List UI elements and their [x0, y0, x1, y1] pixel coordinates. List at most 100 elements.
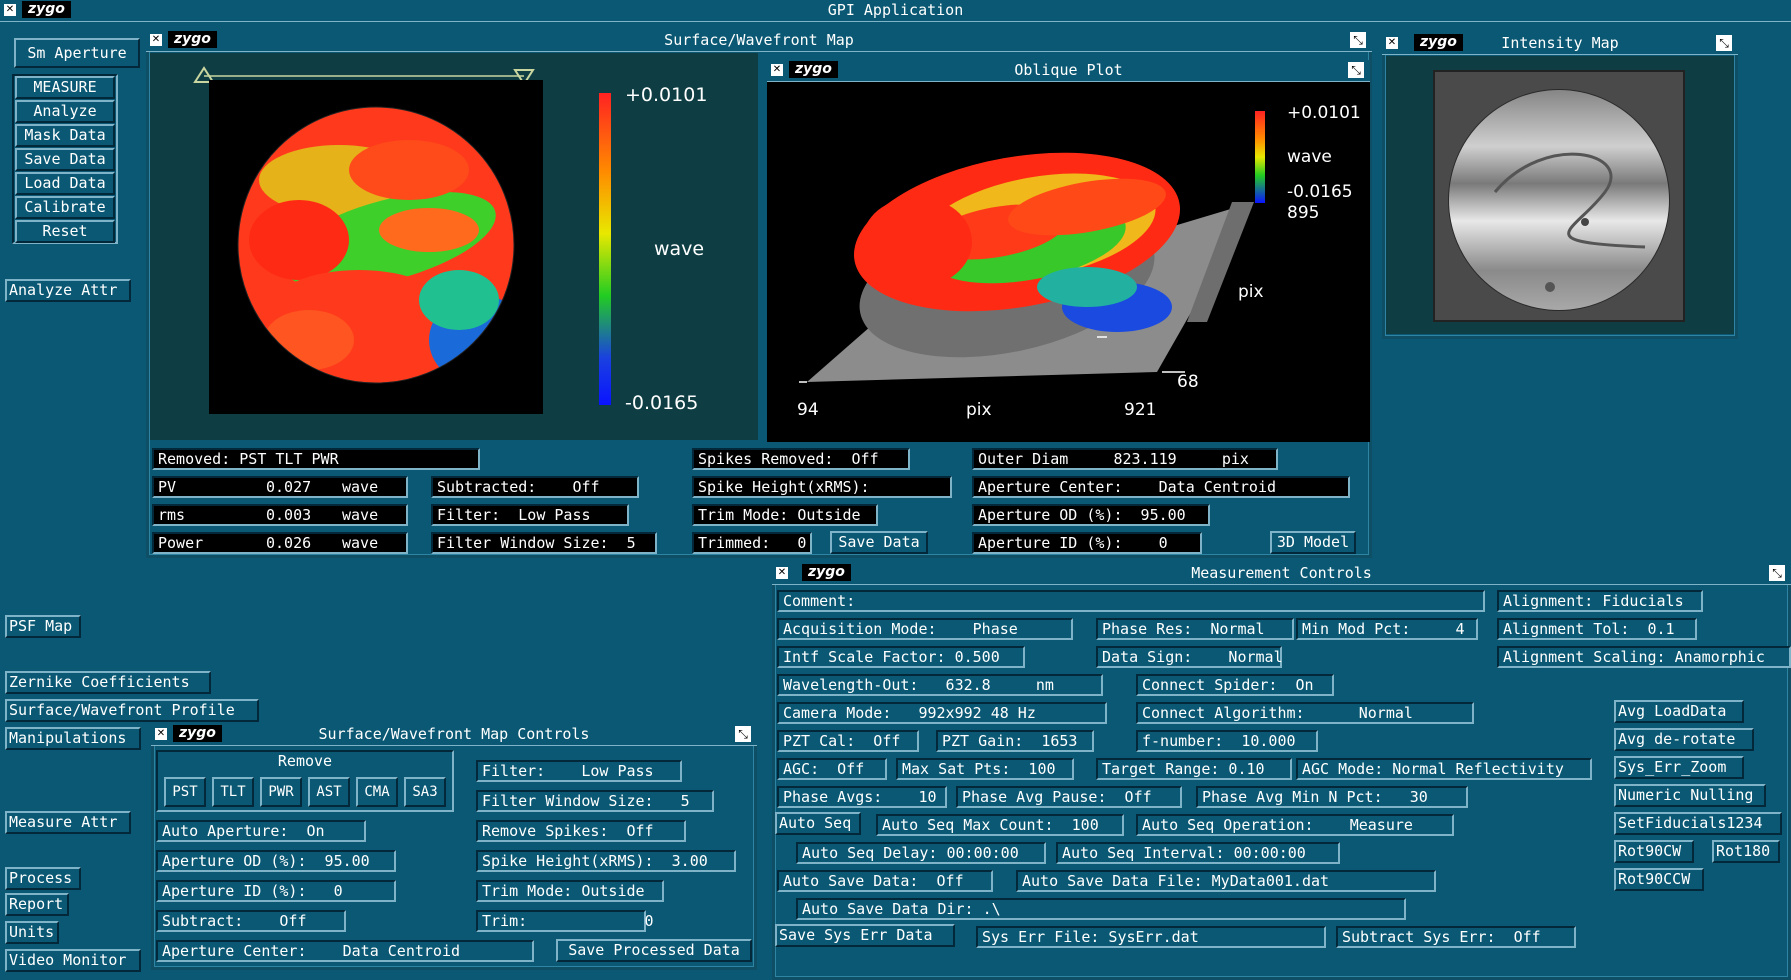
- auto-seq-max-field[interactable]: Auto Seq Max Count: 100: [876, 814, 1124, 836]
- pin-icon[interactable]: ⤡: [1348, 62, 1364, 78]
- remove-pwr-button[interactable]: PWR: [260, 777, 302, 807]
- auto-save-dir-field[interactable]: Auto Save Data Dir: .\: [796, 898, 1406, 920]
- mc-trim-field[interactable]: Trim: 0: [476, 910, 654, 932]
- intf-scale-field[interactable]: Intf Scale Factor: 0.500: [777, 646, 1025, 668]
- mc-remove-spikes-field[interactable]: Remove Spikes: Off: [476, 820, 686, 842]
- pzt-gain-field[interactable]: PZT Gain: 1653: [936, 730, 1094, 752]
- mc-trim-mode-field[interactable]: Trim Mode: Outside: [476, 880, 664, 902]
- agc-mode-field[interactable]: AGC Mode: Normal Reflectivity: [1296, 758, 1592, 780]
- pin-icon[interactable]: ⤡: [1716, 35, 1732, 51]
- close-icon[interactable]: ✕: [4, 4, 16, 16]
- rot90cw-button[interactable]: Rot90CW: [1614, 840, 1694, 863]
- auto-seq-operation-field[interactable]: Auto Seq Operation: Measure: [1136, 814, 1454, 836]
- measurement-controls-title-bar: ✕ zygo Measurement Controls ⤡: [772, 563, 1791, 585]
- max-sat-pts-field[interactable]: Max Sat Pts: 100: [896, 758, 1074, 780]
- analyze-attr-button[interactable]: Analyze Attr: [5, 279, 131, 302]
- calibrate-button[interactable]: Calibrate: [15, 196, 115, 219]
- camera-mode-field[interactable]: Camera Mode: 992x992 48 Hz: [777, 702, 1107, 724]
- avg-derotate-button[interactable]: Avg de-rotate: [1614, 728, 1754, 751]
- pzt-cal-field[interactable]: PZT Cal: Off: [777, 730, 919, 752]
- close-icon[interactable]: ✕: [1386, 37, 1398, 49]
- data-sign-field[interactable]: Data Sign: Normal: [1096, 646, 1283, 668]
- measure-attr-button[interactable]: Measure Attr: [5, 811, 131, 834]
- agc-field[interactable]: AGC: Off: [777, 758, 887, 780]
- close-icon[interactable]: ✕: [776, 567, 788, 579]
- rot180-button[interactable]: Rot180: [1712, 840, 1780, 863]
- manipulations-button[interactable]: Manipulations: [5, 727, 141, 750]
- remove-tlt-button[interactable]: TLT: [212, 777, 254, 807]
- auto-seq-button[interactable]: Auto Seq: [775, 812, 861, 835]
- avg-loaddata-button[interactable]: Avg LoadData: [1614, 700, 1744, 723]
- surface-map-image: [237, 106, 515, 384]
- remove-sa3-button[interactable]: SA3: [404, 777, 446, 807]
- save-processed-data-button[interactable]: Save Processed Data: [556, 939, 752, 962]
- zernike-button[interactable]: Zernike Coefficients: [5, 671, 211, 694]
- connect-algorithm-field[interactable]: Connect Algorithm: Normal: [1136, 702, 1474, 724]
- mc-aperture-id-field[interactable]: Aperture ID (%): 0: [156, 880, 396, 902]
- min-mod-field[interactable]: Min Mod Pct: 4: [1296, 618, 1478, 640]
- pin-icon[interactable]: ⤡: [1769, 565, 1785, 581]
- phase-avgs-field[interactable]: Phase Avgs: 10: [777, 786, 947, 808]
- measure-button[interactable]: MEASURE: [15, 76, 115, 99]
- phase-avg-min-field[interactable]: Phase Avg Min N Pct: 30: [1196, 786, 1468, 808]
- auto-seq-interval-field[interactable]: Auto Seq Interval: 00:00:00: [1056, 842, 1340, 864]
- load-data-button[interactable]: Load Data: [15, 172, 115, 195]
- video-monitor-button[interactable]: Video Monitor: [5, 949, 141, 972]
- auto-save-file-field[interactable]: Auto Save Data File: MyData001.dat: [1016, 870, 1436, 892]
- close-icon[interactable]: ✕: [150, 34, 162, 46]
- power-field: Power 0.026 wave: [152, 532, 408, 554]
- mask-data-button[interactable]: Mask Data: [15, 124, 115, 147]
- remove-ast-button[interactable]: AST: [308, 777, 350, 807]
- save-data-button[interactable]: Save Data: [15, 148, 115, 171]
- auto-aperture-field[interactable]: Auto Aperture: On: [156, 820, 366, 842]
- close-icon[interactable]: ✕: [155, 728, 167, 740]
- sys-err-zoom-button[interactable]: Sys_Err_Zoom: [1614, 756, 1744, 779]
- set-fiducials-button[interactable]: SetFiducials1234: [1614, 812, 1782, 835]
- close-icon[interactable]: ✕: [771, 64, 783, 76]
- mc-filter-window-field[interactable]: Filter Window Size: 5: [476, 790, 714, 812]
- remove-pst-button[interactable]: PST: [164, 777, 206, 807]
- units-button[interactable]: Units: [5, 921, 59, 944]
- phase-res-field[interactable]: Phase Res: Normal: [1096, 618, 1294, 640]
- auto-save-data-field[interactable]: Auto Save Data: Off: [777, 870, 993, 892]
- wavelength-field[interactable]: Wavelength-Out: 632.8 nm: [777, 674, 1103, 696]
- target-range-field[interactable]: Target Range: 0.10: [1096, 758, 1292, 780]
- reset-button[interactable]: Reset: [15, 220, 115, 243]
- mc-spike-height-field[interactable]: Spike Height(xRMS): 3.00: [476, 850, 736, 872]
- sys-err-file-field[interactable]: Sys Err File: SysErr.dat: [976, 926, 1326, 948]
- auto-seq-delay-field[interactable]: Auto Seq Delay: 00:00:00: [796, 842, 1046, 864]
- oblique-color-scale-bar: [1255, 111, 1265, 203]
- 3d-model-button[interactable]: 3D Model: [1270, 531, 1356, 554]
- app-title: GPI Application: [827, 1, 964, 19]
- pin-icon[interactable]: ⤡: [735, 726, 751, 742]
- numeric-nulling-button[interactable]: Numeric Nulling: [1614, 784, 1766, 807]
- phase-avg-pause-field[interactable]: Phase Avg Pause: Off: [956, 786, 1182, 808]
- pin-icon[interactable]: ⤡: [1350, 32, 1366, 48]
- mc-aperture-center-field[interactable]: Aperture Center: Data Centroid: [156, 940, 534, 962]
- comment-field[interactable]: Comment:: [777, 590, 1485, 612]
- rot90ccw-button[interactable]: Rot90CCW: [1614, 868, 1704, 891]
- acq-mode-field[interactable]: Acquisition Mode: Phase: [777, 618, 1073, 640]
- process-button[interactable]: Process: [5, 867, 81, 890]
- analyze-button[interactable]: Analyze: [15, 100, 115, 123]
- remove-cma-button[interactable]: CMA: [356, 777, 398, 807]
- spikes-removed-field: Spikes Removed: Off: [692, 448, 910, 470]
- rms-field: rms 0.003 wave: [152, 504, 408, 526]
- subtract-sys-err-field[interactable]: Subtract Sys Err: Off: [1336, 926, 1576, 948]
- alignment-scaling-field[interactable]: Alignment Scaling: Anamorphic: [1497, 646, 1791, 668]
- psf-map-button[interactable]: PSF Map: [5, 615, 81, 638]
- alignment-field[interactable]: Alignment: Fiducials: [1497, 590, 1703, 612]
- power-value: 0.026: [266, 534, 312, 552]
- sm-aperture-button[interactable]: Sm Aperture: [14, 38, 140, 68]
- report-button[interactable]: Report: [5, 893, 69, 916]
- f-number-field[interactable]: f-number: 10.000: [1136, 730, 1318, 752]
- results-save-data-button[interactable]: Save Data: [830, 531, 928, 554]
- surface-scale-max: +0.0101: [625, 84, 708, 106]
- mc-subtract-field[interactable]: Subtract: Off: [156, 910, 346, 932]
- save-sys-err-button[interactable]: Save Sys Err Data: [775, 924, 955, 947]
- mc-filter-field[interactable]: Filter: Low Pass: [476, 760, 682, 782]
- mc-aperture-od-field[interactable]: Aperture OD (%): 95.00: [156, 850, 396, 872]
- surface-profile-button[interactable]: Surface/Wavefront Profile: [5, 699, 259, 722]
- alignment-tol-field[interactable]: Alignment Tol: 0.1: [1497, 618, 1697, 640]
- connect-spider-field[interactable]: Connect Spider: On: [1136, 674, 1334, 696]
